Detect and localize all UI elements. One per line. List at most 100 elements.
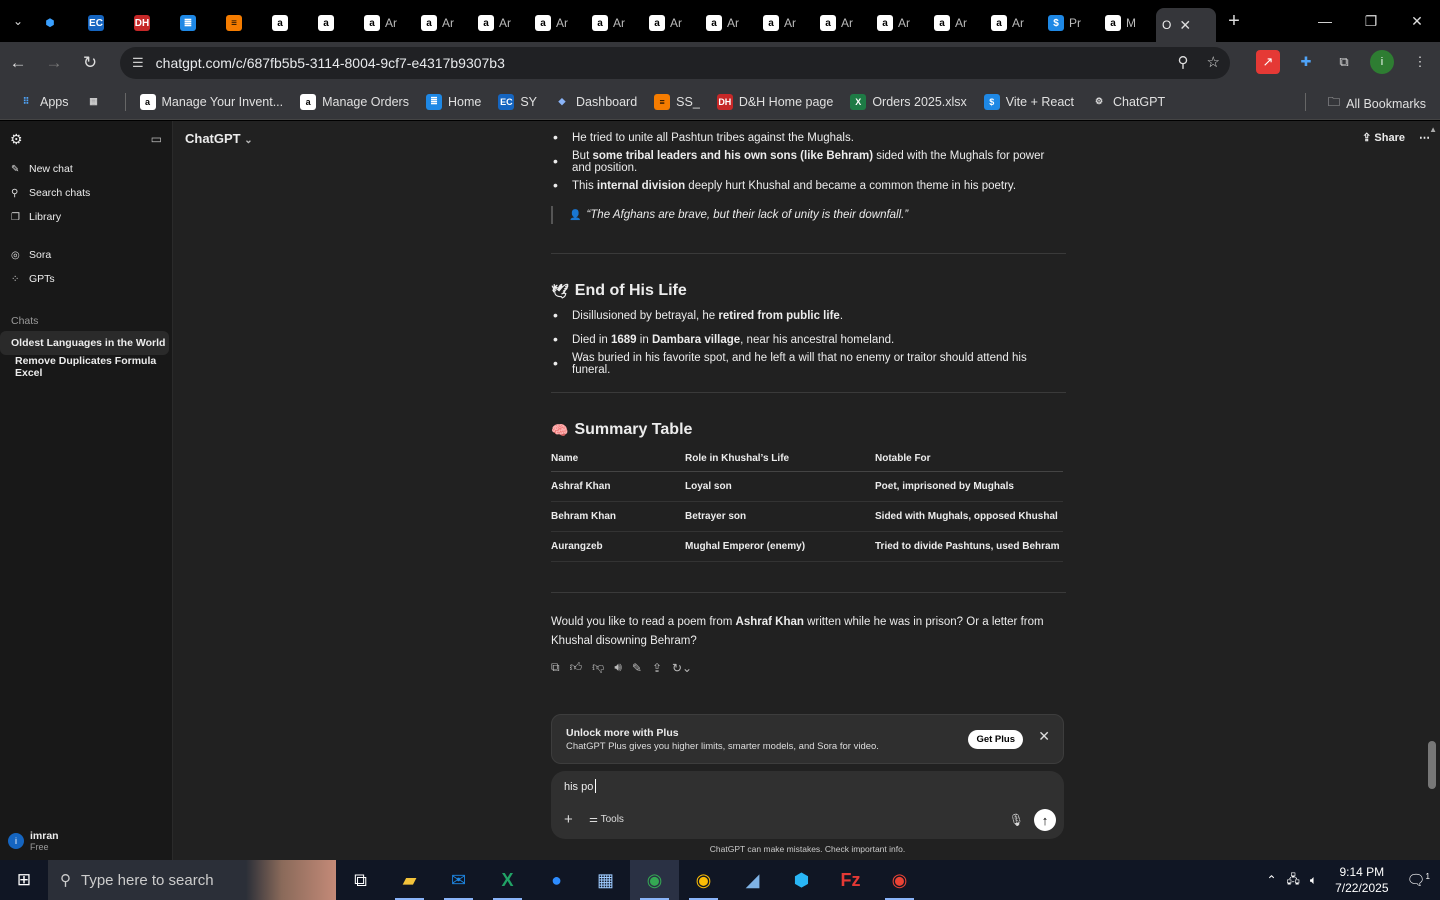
outlook-icon[interactable]: ✉ xyxy=(434,860,483,900)
openai-logo-icon[interactable]: ⚙ xyxy=(10,131,23,148)
browser-tab[interactable]: a Ar xyxy=(472,8,529,38)
clock[interactable]: 9:14 PM 7/22/2025 xyxy=(1335,864,1388,896)
bookmark-item[interactable]: ◆ Dashboard xyxy=(554,94,638,110)
thumbs-up-icon[interactable]: 👍︎ xyxy=(570,660,583,675)
app-blue-hex-icon[interactable]: ⬢ xyxy=(777,860,826,900)
chrome-alt-profile-icon[interactable]: ◉ xyxy=(875,860,924,900)
taskbar-search[interactable]: ⚲ Type here to search xyxy=(48,860,336,900)
all-bookmarks[interactable]: 🗀 All Bookmarks xyxy=(1328,93,1426,114)
message-composer[interactable]: his po + ⚌ Tools 🎙︎ ↑ xyxy=(551,771,1064,839)
profile-avatar[interactable]: i xyxy=(1370,50,1394,74)
thumbs-down-icon[interactable]: 👎︎ xyxy=(592,660,604,675)
browser-tab[interactable]: a Ar xyxy=(928,8,985,38)
send-button[interactable]: ↑ xyxy=(1034,809,1056,831)
browser-tab[interactable]: a xyxy=(312,8,358,38)
sidebar-item-new-chat[interactable]: ✎ New chat xyxy=(0,157,172,181)
browser-tab[interactable]: $ Pr xyxy=(1042,8,1099,38)
bookmark-item[interactable]: X Orders 2025.xlsx xyxy=(850,93,967,110)
browser-tab[interactable]: a Ar xyxy=(643,8,700,38)
close-window-icon[interactable]: ✕ xyxy=(1394,0,1440,42)
chrome-icon[interactable]: ◉ xyxy=(630,860,679,900)
sidebar-item-sora[interactable]: ◎ Sora xyxy=(0,243,172,267)
chrome-profile-icon[interactable]: ◉ xyxy=(679,860,728,900)
windows-start-icon[interactable]: ⊞ xyxy=(0,860,48,900)
restore-icon[interactable]: ❐ xyxy=(1348,0,1394,42)
reload-icon[interactable]: ↻ xyxy=(72,53,108,73)
bookmark-item[interactable]: ≡ SS_ xyxy=(654,93,700,110)
browser-tab[interactable]: a Ar xyxy=(358,8,415,38)
browser-tab[interactable]: a Ar xyxy=(586,8,643,38)
bookmark-item[interactable]: ⚙ ChatGPT xyxy=(1091,94,1165,110)
copy-icon[interactable]: ⧉ xyxy=(551,660,560,675)
extensions-puzzle-icon[interactable]: ⧉ xyxy=(1332,50,1356,74)
share-message-icon[interactable]: ⇪ xyxy=(652,661,662,675)
new-tab-button[interactable]: + xyxy=(1216,10,1252,33)
tab-close-icon[interactable]: ✕ xyxy=(1179,17,1191,34)
bookmark-item[interactable]: ▦ xyxy=(86,94,108,110)
browser-tab[interactable]: EC xyxy=(82,8,128,38)
browser-tab[interactable]: a Ar xyxy=(700,8,757,38)
browser-tab[interactable]: ≡ xyxy=(220,8,266,38)
user-account[interactable]: i imran Free xyxy=(8,830,59,852)
browser-tab[interactable]: DH xyxy=(128,8,174,38)
notes-app-icon[interactable]: ◢ xyxy=(728,860,777,900)
browser-tab[interactable]: a Ar xyxy=(985,8,1042,38)
browser-menu-icon[interactable]: ⋮ xyxy=(1408,50,1432,74)
tab-active[interactable]: O ✕ xyxy=(1156,8,1216,42)
extension-red-icon[interactable]: ↗ xyxy=(1256,50,1280,74)
minimize-icon[interactable]: — xyxy=(1302,0,1348,42)
scroll-up-arrow-icon[interactable]: ▲ xyxy=(1429,125,1437,134)
model-selector[interactable]: ChatGPT ⌄ xyxy=(185,131,253,146)
address-bar[interactable]: ☰ chatgpt.com/c/687fb5b5-3114-8004-9cf7-… xyxy=(120,47,1230,79)
url-text[interactable]: chatgpt.com/c/687fb5b5-3114-8004-9cf7-e4… xyxy=(156,55,505,71)
chat-history-item[interactable]: Remove Duplicates Formula Excel xyxy=(4,355,168,379)
read-aloud-icon[interactable]: 🔊︎ xyxy=(614,660,622,675)
browser-tab[interactable]: a Ar xyxy=(757,8,814,38)
browser-tab[interactable]: a Ar xyxy=(529,8,586,38)
share-button[interactable]: ⇪ Share xyxy=(1362,131,1405,144)
bookmark-item[interactable]: EC SY xyxy=(498,93,537,110)
edit-icon[interactable]: ✎ xyxy=(632,661,642,675)
bookmark-item[interactable]: ≣ Home xyxy=(425,93,481,110)
extension-blue-icon[interactable]: ✚ xyxy=(1294,50,1318,74)
close-sidebar-icon[interactable]: ▭ xyxy=(151,132,162,146)
bookmark-item[interactable]: a Manage Your Invent... xyxy=(139,93,283,110)
attach-plus-icon[interactable]: + xyxy=(564,811,573,828)
calculator-icon[interactable]: ▦ xyxy=(581,860,630,900)
browser-tab[interactable]: ≣ xyxy=(174,8,220,38)
zoom-icon[interactable]: ⚲ xyxy=(1178,53,1189,71)
file-explorer-icon[interactable]: ▰ xyxy=(385,860,434,900)
tab-search-chevron-icon[interactable]: ⌄ xyxy=(0,0,36,42)
get-plus-button[interactable]: Get Plus xyxy=(968,730,1023,749)
sidebar-item-gpts[interactable]: ⁘ GPTs xyxy=(0,267,172,291)
network-icon[interactable]: 🖧 xyxy=(1287,870,1300,891)
site-info-icon[interactable]: ☰ xyxy=(132,55,144,71)
task-view-icon[interactable]: ⧉ xyxy=(336,860,385,900)
browser-tab[interactable]: a xyxy=(266,8,312,38)
bookmark-item[interactable]: $ Vite + React xyxy=(983,93,1074,110)
browser-tab[interactable]: a Ar xyxy=(871,8,928,38)
sidebar-item-search-chats[interactable]: ⚲ Search chats xyxy=(0,181,172,205)
excel-icon[interactable]: X xyxy=(483,860,532,900)
microphone-icon[interactable]: 🎙︎ xyxy=(1009,813,1024,827)
close-banner-icon[interactable]: ✕ xyxy=(1038,728,1050,745)
bookmark-item[interactable]: a Manage Orders xyxy=(300,93,409,110)
bookmark-item[interactable]: DH D&H Home page xyxy=(716,93,833,110)
scrollbar-thumb[interactable] xyxy=(1428,741,1436,789)
browser-tab[interactable]: a Ar xyxy=(814,8,871,38)
forward-arrow-icon[interactable]: → xyxy=(36,53,72,73)
sidebar-item-library[interactable]: ❐ Library xyxy=(0,205,172,229)
volume-icon[interactable]: 🔈︎ xyxy=(1310,873,1317,888)
tools-button[interactable]: ⚌ Tools xyxy=(589,814,624,825)
browser-tab[interactable]: ⬢ xyxy=(36,8,82,38)
notifications-icon[interactable]: 🗨︎1 xyxy=(1407,871,1431,889)
show-hidden-icons-icon[interactable]: ⌃ xyxy=(1266,873,1276,887)
zoom-app-icon[interactable]: ● xyxy=(532,860,581,900)
filezilla-icon[interactable]: Fz xyxy=(826,860,875,900)
chat-history-item[interactable]: Oldest Languages in the World xyxy=(0,331,169,355)
prompt-input[interactable]: his po xyxy=(564,781,593,793)
browser-tab[interactable]: a Ar xyxy=(415,8,472,38)
browser-tab[interactable]: aM xyxy=(1099,8,1156,38)
back-arrow-icon[interactable]: ← xyxy=(0,53,36,73)
bookmark-item[interactable]: ⠿ Apps xyxy=(18,94,69,110)
